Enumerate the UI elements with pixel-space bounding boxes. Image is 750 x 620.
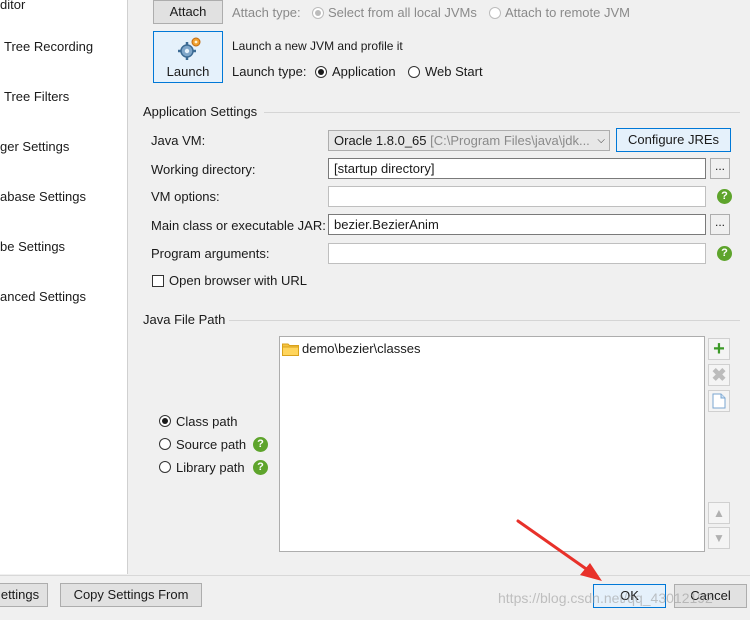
source-path-radio[interactable] [159,438,171,450]
list-item[interactable]: demo\bezier\classes [281,340,681,358]
document-icon [712,393,726,409]
launch-type-label: Launch type: [232,64,307,79]
vm-options-field[interactable] [328,186,706,207]
attach-remote-label: Attach to remote JVM [505,5,630,20]
attach-button[interactable]: Attach [153,0,223,24]
nav-item-tree-filters[interactable]: Tree Filters [4,89,69,104]
launch-application-radio[interactable] [315,66,327,78]
file-path-entry: demo\bezier\classes [302,341,421,356]
settings-button[interactable]: ettings [0,583,48,607]
close-icon: ✖ [711,365,727,385]
java-vm-path: [C:\Program Files\java\jdk... [430,133,590,148]
move-up-button[interactable]: ▲ [708,502,730,524]
launch-gear-icon [178,37,201,60]
nav-item-tree-recording[interactable]: Tree Recording [4,39,93,54]
open-browser-label: Open browser with URL [169,273,307,288]
plus-icon: + [713,338,725,360]
vm-options-help-icon[interactable]: ? [717,189,732,204]
java-vm-select[interactable]: Oracle 1.8.0_65 [C:\Program Files\java\j… [328,130,610,151]
application-settings-divider [264,112,740,113]
edit-path-button[interactable] [708,390,730,412]
launch-description: Launch a new JVM and profile it [232,39,403,53]
launch-webstart-label: Web Start [425,64,483,79]
launch-application-label: Application [332,64,396,79]
nav-item-editor[interactable]: ditor [0,0,25,12]
vm-options-label: VM options: [151,189,220,204]
working-directory-browse-button[interactable]: ... [710,158,730,179]
watermark-text: https://blog.csdn.net/qq_43012192 [498,590,713,606]
working-directory-field[interactable]: [startup directory] [328,158,706,179]
nav-item-probe-settings[interactable]: be Settings [0,239,65,254]
program-arguments-help-icon[interactable]: ? [717,246,732,261]
library-path-help-icon[interactable]: ? [253,460,268,475]
chevron-up-icon: ▲ [713,506,725,520]
attach-type-label: Attach type: [232,5,301,20]
add-path-button[interactable]: + [708,338,730,360]
attach-local-radio[interactable] [312,7,324,19]
main-class-field[interactable]: bezier.BezierAnim [328,214,706,235]
nav-item-advanced-settings[interactable]: anced Settings [0,289,86,304]
launch-button-label: Launch [166,64,210,79]
source-path-label: Source path [176,437,247,452]
chevron-down-icon: ▼ [713,531,725,545]
class-path-radio[interactable] [159,415,171,427]
application-settings-title: Application Settings [143,104,258,119]
red-arrow-annotation [516,519,602,581]
attach-local-label: Select from all local JVMs [328,5,477,20]
program-arguments-field[interactable] [328,243,706,264]
library-path-radio[interactable] [159,461,171,473]
launch-button[interactable]: Launch [153,31,223,83]
nav-item-database-settings[interactable]: abase Settings [0,189,86,204]
attach-remote-radio[interactable] [489,7,501,19]
working-directory-label: Working directory: [151,162,256,177]
nav-item-trigger-settings[interactable]: ger Settings [0,139,69,154]
copy-settings-from-button[interactable]: Copy Settings From [60,583,202,607]
configure-jres-button[interactable]: Configure JREs [616,128,731,152]
chevron-down-icon: ⌵ [597,135,605,146]
main-class-browse-button[interactable]: ... [710,214,730,235]
main-class-label: Main class or executable JAR: [151,218,326,233]
remove-path-button[interactable]: ✖ [708,364,730,386]
java-vm-label: Java VM: [151,133,206,148]
move-down-button[interactable]: ▼ [708,527,730,549]
settings-nav-panel: ditor Tree Recording Tree Filters ger Se… [0,0,128,574]
launch-webstart-radio[interactable] [408,66,420,78]
folder-icon [282,343,299,356]
java-file-path-list[interactable]: demo\bezier\classes [279,336,705,552]
java-file-path-divider [229,320,740,321]
source-path-help-icon[interactable]: ? [253,437,268,452]
library-path-label: Library path [176,460,245,475]
open-browser-checkbox[interactable] [152,275,164,287]
class-path-label: Class path [176,414,238,429]
java-file-path-title: Java File Path [143,312,226,327]
java-vm-value: Oracle 1.8.0_65 [334,133,427,148]
program-arguments-label: Program arguments: [151,246,270,261]
